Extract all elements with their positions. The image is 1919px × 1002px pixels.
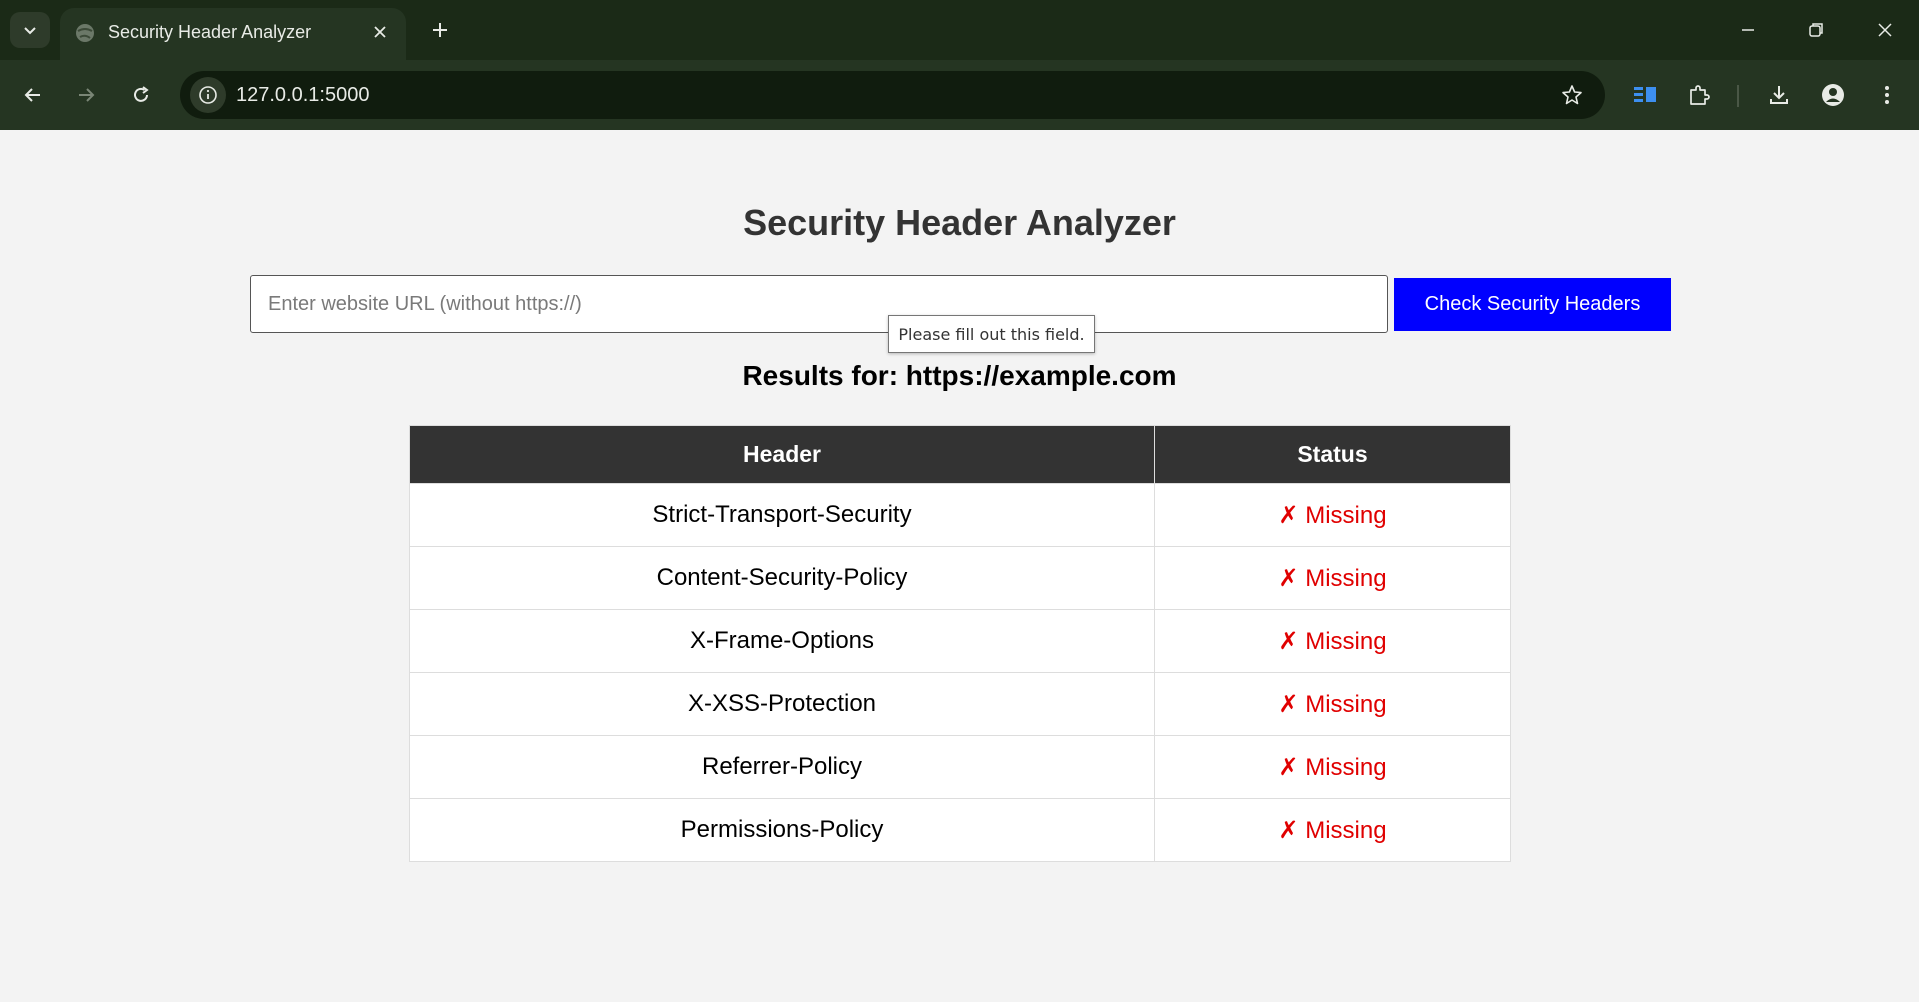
header-name-cell: Permissions-Policy	[409, 798, 1155, 862]
header-name-cell: Referrer-Policy	[409, 735, 1155, 799]
download-icon	[1770, 86, 1788, 104]
info-icon	[199, 86, 217, 104]
status-cell: ✗ Missing	[1154, 798, 1511, 862]
url-input[interactable]	[250, 275, 1388, 333]
browser-tab[interactable]: Security Header Analyzer	[60, 8, 406, 60]
status-cell: ✗ Missing	[1154, 609, 1511, 673]
site-info-button[interactable]	[190, 77, 226, 113]
results-heading: Results for: https://example.com	[742, 360, 1177, 391]
table-row: X-XSS-Protection ✗ Missing	[409, 672, 1511, 736]
restore-icon	[1809, 23, 1823, 37]
close-window-button[interactable]	[1857, 8, 1913, 52]
arrow-right-icon	[79, 88, 95, 102]
reload-button[interactable]	[121, 75, 161, 115]
header-name-cell: Strict-Transport-Security	[409, 483, 1155, 547]
table-row: Referrer-Policy ✗ Missing	[409, 735, 1511, 799]
validation-tooltip: Please fill out this field.	[888, 315, 1095, 353]
extensions-button[interactable]	[1679, 75, 1719, 115]
header-name-cell: Content-Security-Policy	[409, 546, 1155, 610]
restore-button[interactable]	[1788, 8, 1844, 52]
downloads-button[interactable]	[1759, 75, 1799, 115]
toolbar-divider	[1737, 85, 1739, 107]
table-row: X-Frame-Options ✗ Missing	[409, 609, 1511, 673]
table-row: Content-Security-Policy ✗ Missing	[409, 546, 1511, 610]
plus-icon	[433, 23, 447, 37]
page-content: Security Header Analyzer Check Security …	[0, 130, 1919, 1002]
status-cell: ✗ Missing	[1154, 735, 1511, 799]
minimize-button[interactable]	[1720, 8, 1776, 52]
column-header-header: Header	[409, 425, 1155, 484]
url-text: 127.0.0.1:5000	[236, 84, 370, 106]
header-name-cell: X-Frame-Options	[409, 609, 1155, 673]
header-name-cell: X-XSS-Protection	[409, 672, 1155, 736]
bookmark-button[interactable]	[1555, 78, 1589, 112]
column-header-status: Status	[1154, 425, 1511, 484]
browser-toolbar: 127.0.0.1:5000	[0, 60, 1919, 130]
profile-button[interactable]	[1813, 75, 1853, 115]
more-vertical-icon	[1885, 86, 1889, 104]
avatar-icon	[1822, 84, 1844, 106]
reading-list-button[interactable]	[1625, 75, 1665, 115]
tab-title: Security Header Analyzer	[108, 22, 312, 42]
arrow-left-icon	[24, 88, 40, 102]
status-cell: ✗ Missing	[1154, 546, 1511, 610]
table-row: Strict-Transport-Security ✗ Missing	[409, 483, 1511, 547]
close-icon	[374, 26, 386, 38]
menu-button[interactable]	[1867, 75, 1907, 115]
side-panel-icon	[1634, 87, 1656, 102]
results-table: Header Status Strict-Transport-Security …	[409, 425, 1511, 862]
address-bar[interactable]: 127.0.0.1:5000	[180, 71, 1605, 119]
globe-icon	[76, 24, 94, 42]
status-cell: ✗ Missing	[1154, 672, 1511, 736]
tab-search-button[interactable]	[10, 12, 50, 48]
close-icon	[1878, 23, 1892, 37]
status-cell: ✗ Missing	[1154, 483, 1511, 547]
puzzle-icon	[1690, 85, 1710, 105]
tab-strip: Security Header Analyzer	[0, 0, 1919, 60]
forward-button[interactable]	[66, 75, 106, 115]
chevron-down-icon	[24, 27, 36, 35]
star-icon	[1562, 85, 1582, 105]
check-security-headers-button[interactable]: Check Security Headers	[1394, 278, 1671, 331]
page-title: Security Header Analyzer	[743, 202, 1176, 243]
tab-close-button[interactable]	[366, 18, 394, 46]
new-tab-button[interactable]	[422, 12, 458, 48]
minimize-icon	[1742, 29, 1754, 31]
back-button[interactable]	[13, 75, 53, 115]
table-row: Permissions-Policy ✗ Missing	[409, 798, 1511, 862]
table-header-row: Header Status	[409, 425, 1511, 484]
reload-icon	[134, 86, 149, 102]
